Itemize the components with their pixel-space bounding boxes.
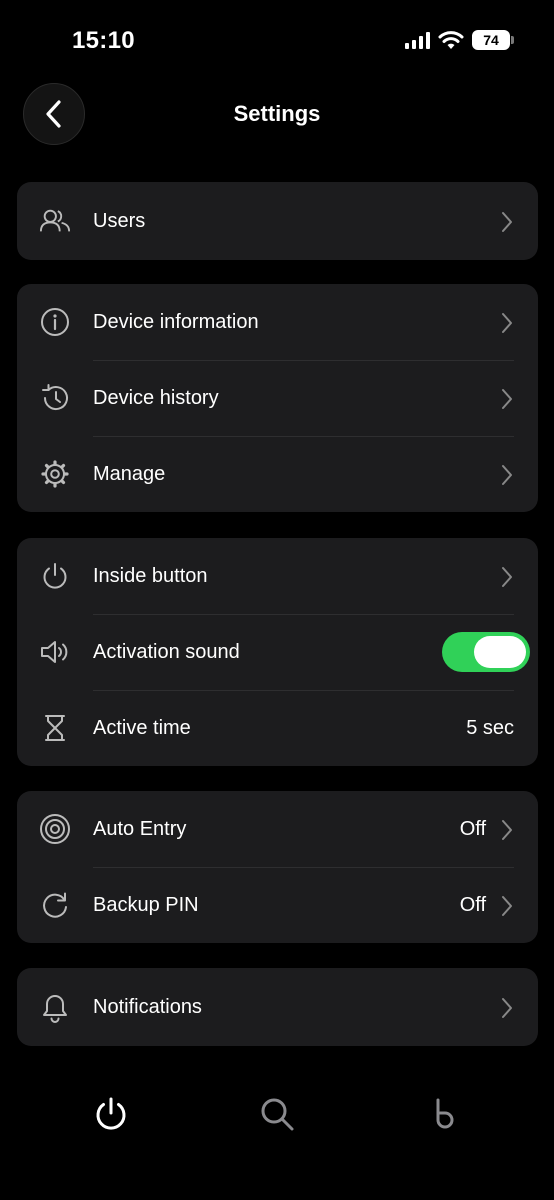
tab-power[interactable] [91, 1094, 131, 1134]
backup-pin-value: Off [459, 893, 486, 916]
notifications-label: Notifications [93, 995, 202, 1018]
entry-card: Auto Entry Off Backup PIN Off [17, 791, 538, 943]
activation-sound-label: Activation sound [93, 640, 240, 663]
backup-pin-label: Backup PIN [93, 893, 199, 916]
search-icon [261, 1098, 294, 1131]
toggle-knob [474, 636, 526, 668]
gear-icon [39, 458, 71, 490]
power-icon [39, 560, 71, 592]
target-icon [39, 813, 71, 845]
chevron-right-icon [502, 820, 512, 840]
inside-button-label: Inside button [93, 564, 208, 587]
wifi-icon [438, 31, 464, 49]
chevron-right-icon [502, 313, 512, 333]
battery-icon: 74 [472, 30, 514, 50]
button-settings-card: Inside button Activation sound Active ti… [17, 538, 538, 766]
manage-label: Manage [93, 462, 166, 485]
chevron-right-icon [502, 896, 512, 916]
settings-screen: 15:10 74 Settings Users Device informati… [0, 0, 554, 1200]
page-title: Settings [233, 101, 321, 126]
backup-pin-row[interactable]: Backup PIN Off [17, 867, 538, 943]
power-icon [96, 1097, 126, 1130]
notifications-card: Notifications [17, 968, 538, 1046]
refresh-icon [39, 889, 71, 921]
inside-button-row[interactable]: Inside button [17, 538, 538, 614]
users-label: Users [93, 209, 146, 232]
battery-level: 74 [483, 32, 499, 48]
chevron-right-icon [502, 212, 512, 232]
users-card: Users [17, 182, 538, 260]
cellular-signal-icon [405, 31, 430, 49]
chevron-right-icon [502, 465, 512, 485]
info-icon [39, 306, 71, 338]
chevron-right-icon [502, 389, 512, 409]
users-icon [39, 205, 71, 237]
tab-brand[interactable] [422, 1094, 462, 1134]
device-information-row[interactable]: Device information [17, 284, 538, 360]
activation-sound-row: Activation sound [17, 614, 538, 690]
active-time-row[interactable]: Active time 5 sec [17, 690, 538, 766]
status-bar: 15:10 74 [0, 0, 554, 80]
status-time: 15:10 [72, 27, 135, 54]
speaker-icon [39, 636, 71, 668]
users-row[interactable]: Users [17, 182, 538, 260]
status-icons: 74 [405, 30, 514, 50]
notifications-row[interactable]: Notifications [17, 968, 538, 1046]
brand-logo-icon [436, 1098, 454, 1129]
chevron-right-icon [502, 567, 512, 587]
auto-entry-value: Off [459, 817, 486, 840]
hourglass-icon [39, 712, 71, 744]
chevron-right-icon [502, 998, 512, 1018]
auto-entry-label: Auto Entry [93, 817, 187, 840]
tab-search[interactable] [257, 1094, 297, 1134]
device-information-label: Device information [93, 310, 259, 333]
bell-icon [39, 991, 71, 1023]
active-time-label: Active time [93, 716, 191, 739]
activation-sound-toggle[interactable] [442, 632, 530, 672]
device-history-row[interactable]: Device history [17, 360, 538, 436]
active-time-value: 5 sec [466, 716, 514, 739]
device-history-label: Device history [93, 386, 219, 409]
manage-row[interactable]: Manage [17, 436, 538, 512]
auto-entry-row[interactable]: Auto Entry Off [17, 791, 538, 867]
device-card: Device information Device history Manage [17, 284, 538, 512]
history-icon [39, 382, 71, 414]
